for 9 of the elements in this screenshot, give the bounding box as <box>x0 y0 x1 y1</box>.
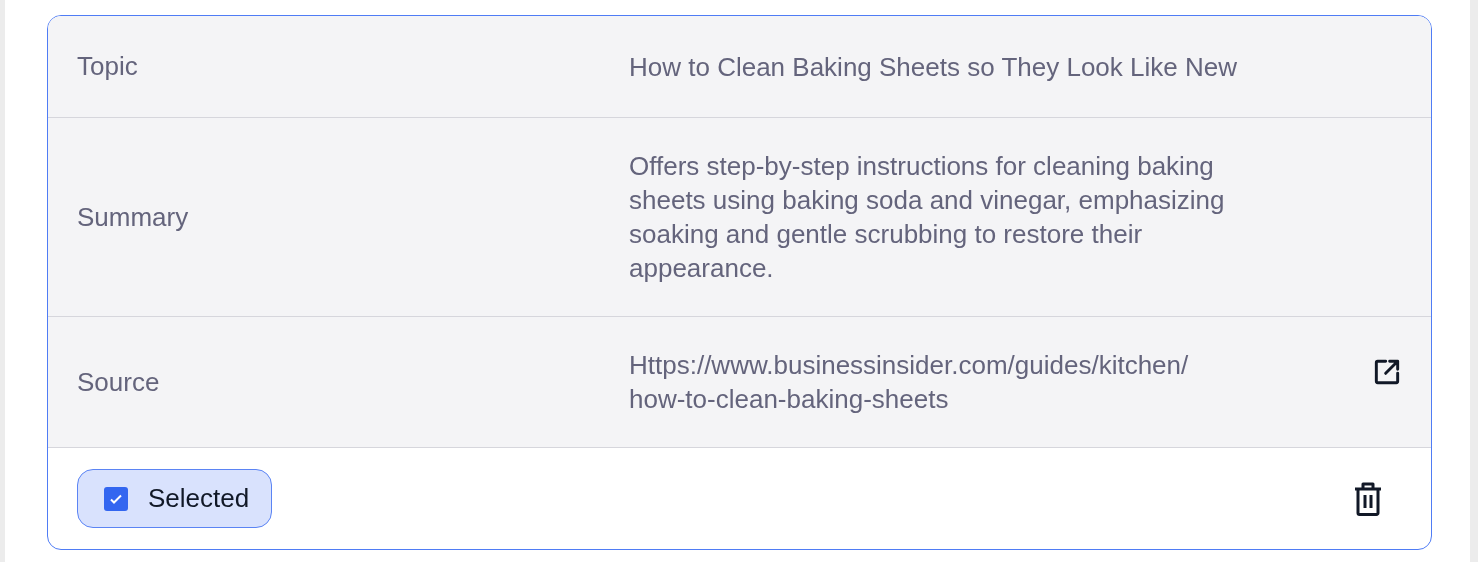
checkbox[interactable] <box>104 486 128 511</box>
field-label: Source <box>77 365 161 399</box>
field-label: Summary <box>77 200 190 234</box>
source-url[interactable]: Https://www.businessinsider.com/guides/kitchen/how-to-clean-baking-sheets <box>629 348 1201 416</box>
selected-toggle[interactable]: Selected <box>77 469 273 528</box>
field-label: Topic <box>77 50 139 83</box>
field-value: Offers step-by-step instructions for cleaning baking sheets using baking soda and vinegar, emphasizing soaking and gentle scrubbing to restore their appearance. <box>629 150 1226 285</box>
trash-icon[interactable] <box>1353 481 1383 516</box>
field-value: How to Clean Baking Sheets so They Look Like New <box>629 50 1238 84</box>
